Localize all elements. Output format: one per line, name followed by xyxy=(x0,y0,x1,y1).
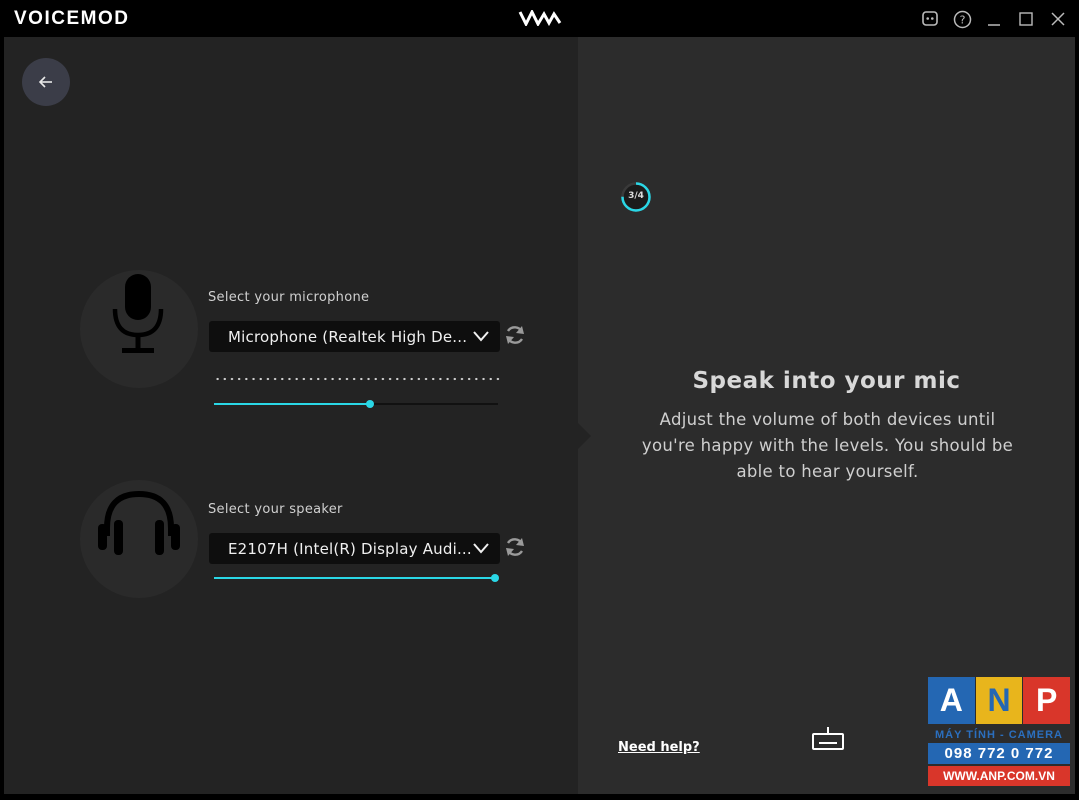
instruction-line: you're happy with the levels. You should… xyxy=(641,436,1014,455)
chevron-down-icon xyxy=(473,331,489,342)
chevron-down-icon xyxy=(473,543,489,554)
step-counter: 3/4 xyxy=(628,191,644,201)
instruction-line: Adjust the volume of both devices until xyxy=(659,410,996,429)
panel-pointer xyxy=(578,423,591,449)
minimize-icon[interactable] xyxy=(984,9,1004,29)
need-help-link[interactable]: Need help? xyxy=(618,740,700,755)
watermark-site: WWW.ANP.COM.VN xyxy=(928,766,1070,786)
watermark-letter: P xyxy=(1023,677,1071,724)
speaker-label: Select your speaker xyxy=(208,502,343,517)
microphone-level-meter xyxy=(214,377,500,381)
close-icon[interactable] xyxy=(1048,9,1068,29)
app-title: VOICEMOD xyxy=(14,8,130,29)
microphone-icon xyxy=(112,274,164,353)
instruction-line: able to hear yourself. xyxy=(736,462,919,481)
instruction-description: Adjust the volume of both devices until … xyxy=(630,407,1025,485)
svg-text:?: ? xyxy=(959,13,965,26)
speaker-volume-slider[interactable] xyxy=(214,574,499,582)
speaker-volume-fill xyxy=(214,577,495,579)
watermark-letter: A xyxy=(928,677,975,724)
watermark-phone: 098 772 0 772 xyxy=(928,743,1070,764)
watermark-logo: A N P xyxy=(928,677,1071,724)
speaker-refresh-icon[interactable] xyxy=(503,535,527,559)
microphone-selected-value: Microphone (Realtek High De... xyxy=(228,327,468,346)
microphone-label: Select your microphone xyxy=(208,290,370,305)
back-button[interactable] xyxy=(22,58,70,106)
microphone-volume-fill xyxy=(214,403,371,405)
window-bottom-edge xyxy=(0,794,1079,800)
microphone-select[interactable]: Microphone (Realtek High De... xyxy=(209,321,500,352)
microphone-volume-slider[interactable] xyxy=(214,400,498,408)
headphones-icon xyxy=(98,490,180,555)
microphone-refresh-icon[interactable] xyxy=(503,323,527,347)
maximize-icon[interactable] xyxy=(1016,9,1036,29)
device-settings-panel xyxy=(4,37,578,794)
speaker-volume-handle[interactable] xyxy=(491,574,499,582)
help-icon[interactable]: ? xyxy=(952,9,972,29)
keyboard-icon[interactable] xyxy=(811,726,845,752)
arrow-left-icon xyxy=(38,76,52,88)
watermark-letter: N xyxy=(975,677,1023,724)
title-bar: VOICEMOD ? xyxy=(0,0,1079,37)
speaker-select[interactable]: E2107H (Intel(R) Display Audi... xyxy=(209,533,500,564)
speaker-selected-value: E2107H (Intel(R) Display Audi... xyxy=(228,539,472,558)
watermark-tagline: MÁY TÍNH - CAMERA xyxy=(934,729,1063,741)
anp-watermark: A N P MÁY TÍNH - CAMERA 098 772 0 772 WW… xyxy=(928,677,1071,786)
voicemod-logo-icon xyxy=(518,10,562,26)
discord-icon[interactable] xyxy=(920,9,940,29)
instruction-heading: Speak into your mic xyxy=(692,368,961,394)
